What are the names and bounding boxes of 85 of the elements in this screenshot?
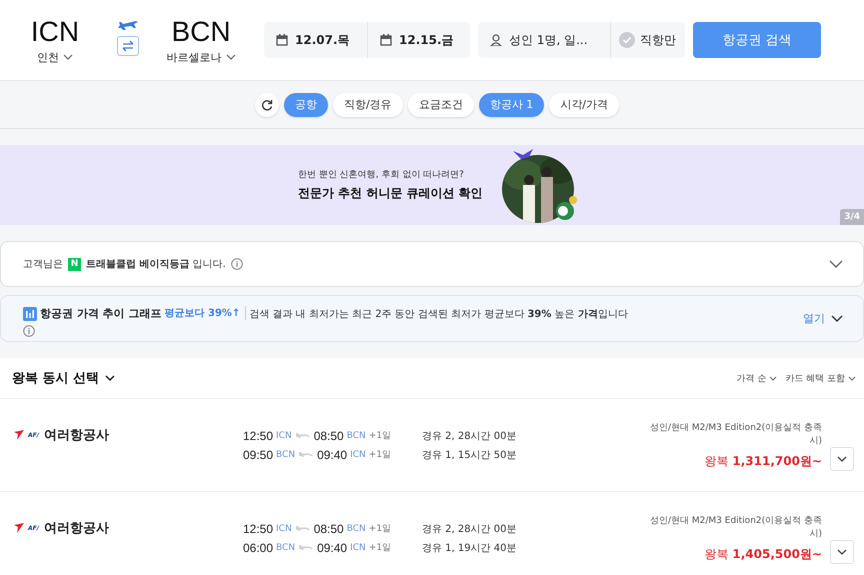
airline-logo-icon (13, 429, 25, 441)
airline-name: 여러항공사 (44, 427, 109, 444)
price: 왕복 1,405,500원~ (704, 546, 822, 562)
airport-code: ICN (276, 524, 292, 534)
price-trend-card[interactable]: 항공권 가격 추이 그래프 평균보다 39%↑ 검색 결과 내 최저가는 최근 2주 동안 검색된 최저가 평균보다 39% 높은 가격입니다 열기 (0, 295, 864, 342)
calendar-icon (276, 34, 288, 46)
next-day-label: +1일 (368, 523, 392, 535)
trend-description: 검색 결과 내 최저가는 최근 2주 동안 검색된 최저가 평균보다 39% 높은 가격입니다 (249, 308, 628, 321)
airport-code: BCN (346, 524, 366, 534)
round-trip-select[interactable]: 왕복 동시 선택 (12, 369, 116, 387)
filter-chip[interactable]: 시각/가격 (549, 92, 619, 116)
date-field[interactable]: 12.15.금 (367, 22, 470, 58)
refresh-button[interactable] (255, 92, 280, 116)
membership-text: 고객님은 (23, 258, 63, 271)
next-day-label: +1일 (368, 430, 392, 442)
chevron-down-icon (829, 260, 843, 268)
person-icon (490, 34, 502, 46)
sort-dropdown[interactable]: 카드 혜택 포함 (785, 372, 856, 384)
arrival-time: 08:50 (314, 522, 344, 536)
refresh-icon (261, 98, 274, 110)
direct-only-toggle[interactable]: 직항만 (610, 22, 685, 58)
next-day-label: +1일 (368, 542, 392, 554)
airport-code: ICN (276, 430, 292, 440)
passenger-field[interactable]: 성인 1명, 일... (478, 22, 610, 58)
stops-duration: 경유 2, 28시간 00분 (422, 522, 517, 536)
fare-condition: 성인/현대 M2/M3 Edition2(이용실적 충족시) (648, 422, 822, 446)
swap-button[interactable] (117, 36, 139, 56)
stops-duration: 경유 1, 19시간 40분 (422, 542, 517, 554)
fare-condition: 성인/현대 M2/M3 Edition2(이용실적 충족시) (648, 514, 822, 540)
departure-time: 12:50 (243, 522, 274, 536)
chevron-down-icon (837, 549, 847, 555)
expand-button[interactable] (830, 447, 854, 471)
membership-card[interactable]: 고객님은 N 트래블클럽 베이직등급 입니다. (0, 241, 864, 287)
bar-chart-icon (23, 306, 37, 320)
airplane-icon (298, 450, 314, 458)
calendar-icon (380, 34, 392, 46)
city-name[interactable]: 바르셀로나 (166, 50, 222, 64)
open-button[interactable]: 열기 (803, 311, 843, 326)
departure-time: 12:50 (243, 428, 274, 442)
trend-badge: 평균보다 39%↑ (164, 306, 246, 320)
chevron-down-icon (226, 53, 236, 61)
banner-headline: 전문가 추천 허니문 큐레이션 확인 (298, 185, 483, 202)
airplane-icon (294, 524, 311, 532)
departure-time: 06:00 (243, 540, 274, 554)
filter-chip[interactable]: 직항/경유 (333, 92, 403, 116)
chevron-down-icon (848, 376, 856, 380)
airport-code: BCN (276, 450, 296, 460)
arrival-time: 09:40 (317, 448, 348, 462)
next-day-label: +1일 (368, 449, 392, 461)
arrival-time: 09:40 (317, 540, 348, 554)
departure-time: 09:50 (243, 448, 274, 462)
chevron-down-icon (837, 456, 847, 462)
airport-code[interactable]: ICN (30, 16, 80, 48)
filter-chip[interactable]: 요금조건 (408, 92, 474, 116)
chevron-down-icon (831, 314, 843, 322)
trend-title: 항공권 가격 추이 그래프 (40, 306, 162, 321)
arrival-time: 08:50 (314, 428, 344, 442)
date-field[interactable]: 12.07.목 (264, 22, 367, 58)
airport-code: ICN (350, 542, 366, 552)
info-icon (230, 258, 243, 270)
sort-dropdown[interactable]: 가격 순 (736, 372, 778, 384)
chevron-down-icon (63, 53, 73, 61)
stops-duration: 경유 1, 15시간 50분 (422, 448, 517, 462)
city-name[interactable]: 인천 (37, 50, 59, 64)
airplane-icon (117, 18, 139, 32)
banner-subtitle: 한번 뿐인 신혼여행, 후회 없이 떠나려면? (298, 169, 465, 181)
membership-text: 트래블클럽 베이직등급 입니다. (86, 258, 226, 271)
chevron-down-icon (105, 374, 116, 382)
airport-code: BCN (346, 430, 366, 440)
stops-duration: 경유 2, 28시간 00분 (422, 430, 517, 442)
expand-button[interactable] (830, 540, 854, 564)
airplane-icon (298, 544, 314, 552)
airport-code: ICN (350, 450, 366, 460)
airplane-icon (294, 432, 311, 440)
airport-code: BCN (276, 542, 296, 552)
chevron-down-icon (769, 376, 778, 380)
airline-logo-icon (13, 522, 25, 534)
page-indicator: 3/4 (840, 209, 864, 225)
promo-banner[interactable]: 한번 뿐인 신혼여행, 후회 없이 떠나려면? 전문가 추천 허니문 큐레이션 확인 3/4 (0, 145, 864, 225)
airport-code[interactable]: BCN (171, 16, 231, 48)
grade-badge: N (68, 258, 81, 270)
price: 왕복 1,311,700원~ (704, 452, 822, 470)
swap-arrows-icon (121, 40, 135, 52)
info-icon (23, 325, 35, 337)
airline-name: 여러항공사 (44, 520, 109, 537)
